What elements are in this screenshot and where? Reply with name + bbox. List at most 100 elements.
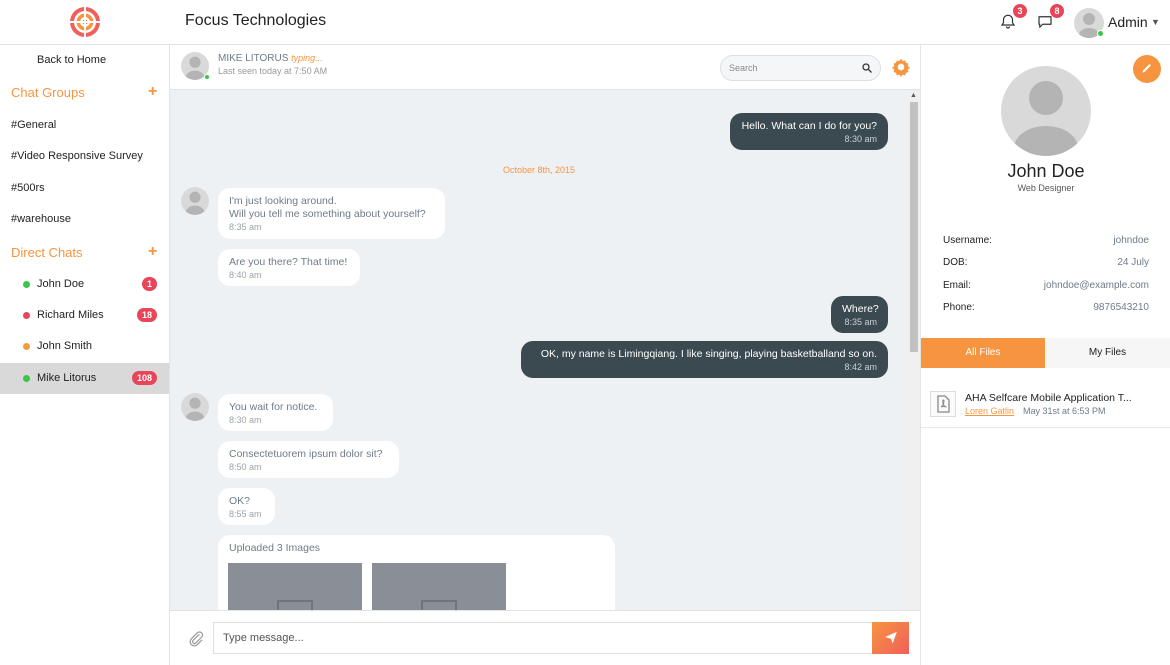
profile-panel: John Doe Web Designer Username: johndoe … (920, 45, 1170, 665)
tab-all-files[interactable]: All Files (921, 338, 1045, 368)
add-group-icon[interactable]: + (148, 83, 157, 101)
profile-avatar (1001, 66, 1091, 156)
group-item[interactable]: #500rs (11, 182, 45, 194)
message-text: Where? (842, 303, 879, 315)
image-icon (421, 600, 457, 610)
message-incoming: You wait for notice. 8:30 am (218, 394, 333, 431)
message-time: 8:40 am (229, 270, 262, 280)
back-to-home-link[interactable]: Back to Home (37, 54, 106, 66)
message-input[interactable] (213, 622, 872, 654)
scroll-up-arrow-icon[interactable]: ▲ (910, 92, 917, 99)
online-indicator (1097, 30, 1104, 37)
message-outgoing: Hello. What can I do for you? 8:30 am (730, 113, 888, 150)
peer-name: MIKE LITORUS typing... (218, 53, 323, 64)
message-text: OK, my name is Limingqiang. I like singi… (540, 348, 877, 360)
chat-name: John Smith (37, 340, 93, 352)
message-time: 8:50 am (229, 462, 262, 472)
logo-icon[interactable] (69, 6, 101, 38)
message-time: 8:30 am (844, 134, 877, 144)
search-icon[interactable] (861, 62, 873, 74)
group-item[interactable]: #Video Responsive Survey (11, 150, 143, 162)
scroll-thumb[interactable] (910, 102, 918, 352)
file-name[interactable]: AHA Selfcare Mobile Application T... (965, 392, 1132, 404)
pdf-file-icon (930, 391, 956, 417)
message-outgoing: Where? 8:35 am (831, 296, 888, 333)
message-list: Hello. What can I do for you? 8:30 am Oc… (170, 90, 908, 610)
notifications-button[interactable]: 3 (999, 4, 1027, 33)
peer-name-text: MIKE LITORUS (218, 53, 289, 64)
group-item[interactable]: #General (11, 119, 56, 131)
search-input[interactable] (729, 56, 849, 80)
message-text: Hello. What can I do for you? (741, 120, 877, 132)
message-incoming: OK? 8:55 am (218, 488, 275, 525)
message-text: OK? (229, 495, 251, 507)
paperclip-icon[interactable] (187, 630, 205, 648)
image-thumbnail[interactable] (372, 563, 506, 610)
message-text: Are you there? That time! (229, 256, 348, 268)
phone-value: 9876543210 (1093, 302, 1149, 313)
chat-name: Richard Miles (37, 309, 104, 321)
file-date: May 31st at 6:53 PM (1023, 406, 1106, 416)
messages-button[interactable]: 8 (1036, 4, 1064, 33)
tab-my-files[interactable]: My Files (1045, 338, 1170, 368)
user-menu-name[interactable]: Admin (1108, 14, 1148, 30)
caret-down-icon[interactable]: ▼ (1151, 17, 1160, 27)
send-button[interactable] (872, 622, 909, 654)
online-indicator (204, 74, 210, 80)
email-value: johndoe@example.com (1043, 280, 1149, 291)
top-bar: Focus Technologies 3 8 Admin ▼ (0, 0, 1170, 45)
chat-groups-heading: Chat Groups (11, 85, 85, 100)
unread-badge: 108 (131, 371, 157, 385)
chat-name: John Doe (37, 278, 85, 290)
profile-name: John Doe (1007, 161, 1085, 181)
last-seen-text: Last seen today at 7:50 AM (218, 66, 328, 76)
direct-chats-heading: Direct Chats (11, 245, 83, 260)
status-dot (23, 375, 30, 382)
message-incoming-images: Uploaded 3 Images (218, 535, 615, 610)
username-value: johndoe (1113, 235, 1149, 246)
chat-item-mike-litorus[interactable]: Mike Litorus 108 (0, 363, 169, 394)
email-label: Email: (943, 280, 971, 291)
chat-item-john-smith[interactable]: John Smith (0, 331, 169, 362)
file-list-item[interactable]: AHA Selfcare Mobile Application T... Lor… (921, 380, 1170, 428)
add-chat-icon[interactable]: + (148, 243, 157, 261)
message-time: 8:35 am (229, 222, 262, 232)
sidebar: Back to Home Chat Groups + #General #Vid… (0, 45, 170, 665)
notifications-badge: 3 (1013, 4, 1027, 18)
group-item[interactable]: #warehouse (11, 213, 71, 225)
message-text: Consectetuorem ipsum dolor sit? (229, 448, 383, 460)
image-thumbnail[interactable] (228, 563, 362, 610)
typing-indicator: typing... (291, 53, 323, 63)
unread-badge: 18 (136, 308, 157, 322)
chat-name: Mike Litorus (37, 372, 97, 384)
message-outgoing: OK, my name is Limingqiang. I like singi… (521, 341, 888, 378)
message-text: You wait for notice. (229, 401, 318, 413)
image-icon (277, 600, 313, 610)
edit-profile-button[interactable] (1133, 55, 1161, 83)
app-title: Focus Technologies (185, 12, 327, 29)
status-dot (23, 343, 30, 350)
pencil-icon (1142, 63, 1151, 72)
message-incoming: I'm just looking around. Will you tell m… (218, 188, 445, 239)
message-time: 8:55 am (229, 509, 262, 519)
message-scrollbar[interactable]: ▲ (908, 90, 920, 610)
status-dot (23, 281, 30, 288)
message-text: Uploaded 3 Images (229, 542, 321, 554)
phone-label: Phone: (943, 302, 975, 313)
message-incoming: Consectetuorem ipsum dolor sit? 8:50 am (218, 441, 399, 478)
date-separator: October 8th, 2015 (502, 165, 576, 175)
sender-avatar (181, 393, 209, 421)
message-composer (170, 610, 920, 665)
messages-badge: 8 (1050, 4, 1064, 18)
chat-item-richard-miles[interactable]: Richard Miles 18 (0, 300, 169, 331)
message-text-line-2: Will you tell me something about yoursel… (229, 208, 426, 220)
chat-search (720, 55, 881, 81)
dob-label: DOB: (943, 257, 968, 268)
chat-item-john-doe[interactable]: John Doe 1 (0, 269, 169, 300)
file-author-link[interactable]: Loren Gatlin (965, 406, 1014, 416)
unread-badge: 1 (141, 277, 157, 291)
gear-icon[interactable] (891, 57, 911, 77)
username-label: Username: (943, 235, 992, 246)
dob-value: 24 July (1117, 257, 1149, 268)
message-time: 8:30 am (229, 415, 262, 425)
